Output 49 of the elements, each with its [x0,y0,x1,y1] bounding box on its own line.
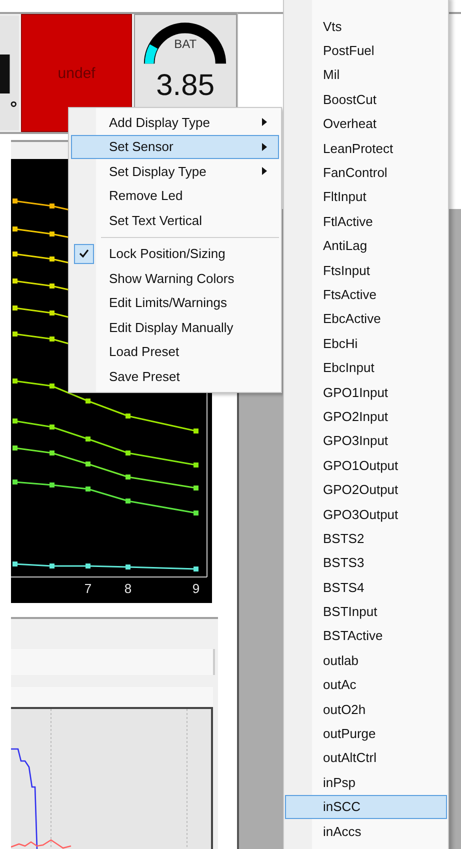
menu-item[interactable]: inPsp [285,770,447,794]
menu-item[interactable]: outAltCtrl [285,746,447,770]
menu-item[interactable]: Edit Limits/Warnings [71,290,279,315]
menu-item[interactable]: FtlActive [285,209,447,234]
menu-item[interactable]: FltInput [285,184,447,210]
menu-item[interactable]: Vts [285,14,447,38]
menu-item[interactable]: GPO2Output [285,477,447,502]
menu-item[interactable]: GPO1Output [285,453,447,478]
menu-item[interactable]: Load Preset [71,340,279,364]
menu-item[interactable]: inAccs [285,818,447,844]
menu-item[interactable]: FtsActive [285,282,447,307]
menu-item[interactable]: Set Text Vertical [71,208,279,232]
axis-label: 9 [192,581,200,596]
menu-item[interactable]: PostFuel [285,38,447,63]
menu-item[interactable]: BoostCut [285,87,447,112]
menu-item[interactable]: GPO2Input [285,404,447,429]
menu-item[interactable]: Set Display Type [71,159,279,184]
menu-item[interactable]: GPO3Output [285,502,447,526]
gauge-value: 3.85 [156,69,215,103]
menu-item[interactable]: BSTInput [285,599,447,624]
menu-item[interactable]: LeanProtect [285,136,447,160]
menu-item[interactable]: FanControl [285,160,447,185]
menu-item[interactable]: Show Warning Colors [71,266,279,290]
menu-item[interactable]: Mil [285,62,447,88]
menu-item[interactable]: outO2h [285,696,447,722]
menu-item[interactable]: EbcInput [285,355,447,380]
menu-item[interactable]: Lock Position/Sizing [71,242,279,266]
menu-item[interactable]: AntiLag [285,234,447,258]
menu-item[interactable]: outAc [285,672,447,697]
menu-item[interactable]: Set Sensor [71,134,279,159]
menu-item[interactable]: BSTActive [285,624,447,648]
axis-label: 8 [124,581,132,596]
menu-item[interactable]: outlab [285,648,447,673]
menu-item[interactable]: Edit Display Manually [71,315,279,340]
menu-item[interactable]: Remove Led [71,184,279,208]
menu-item[interactable]: FtsInput [285,258,447,282]
axis-label: 7 [84,581,92,596]
menu-item[interactable]: GPO3Input [285,428,447,454]
menu-item[interactable]: EbcHi [285,331,447,356]
menu-item[interactable]: BSTS4 [285,574,447,600]
menu-item[interactable]: outPurge [285,721,447,746]
menu-item[interactable]: BSTS2 [285,526,447,551]
menu-item[interactable]: EbcActive [285,306,447,332]
menu-item[interactable]: Overheat [285,112,447,136]
gauge-label: BAT [174,37,197,51]
menu-item[interactable]: inSCC [285,794,447,819]
menu-item[interactable]: Save Preset [71,364,279,388]
menu-item[interactable]: BSTS3 [285,550,447,575]
menu-item[interactable]: GPO1Input [285,380,447,404]
